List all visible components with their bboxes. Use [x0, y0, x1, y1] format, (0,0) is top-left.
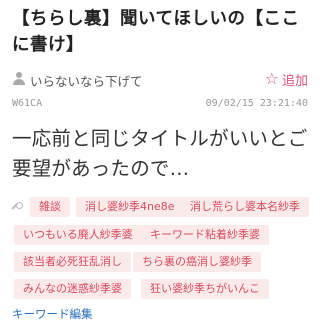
- tag-chip[interactable]: 狂い婆紗季ちがいんこ: [141, 279, 269, 299]
- thread-title: 【ちらし裏】聞いてほしいの【ここに書け】: [12, 9, 300, 55]
- add-favorite-label: 追加: [281, 73, 308, 89]
- post-body: 一応前と同じタイトルがいいとご要望があったので…: [12, 127, 308, 180]
- tag-chip[interactable]: 雑談: [30, 197, 70, 217]
- tag-chip[interactable]: キーワード粘着紗季婆: [141, 225, 269, 245]
- tag-chip[interactable]: 消し婆紗季4ne8e: [76, 197, 184, 217]
- tag-chip[interactable]: ちら裏の癌消し婆紗季: [133, 252, 261, 272]
- tag-chip[interactable]: みんなの迷惑紗季婆: [14, 279, 131, 299]
- edit-keywords-link[interactable]: キーワード編集: [12, 306, 93, 322]
- tag-chip[interactable]: 消し荒らし婆本名紗季: [181, 197, 309, 217]
- post-info: W61CA 09/02/15 23:21:40: [12, 98, 308, 112]
- thread-meta: いらないなら下げて ☆ 追加: [12, 68, 310, 90]
- post-id: W61CA: [12, 98, 43, 109]
- author-name: いらないなら下げて: [30, 74, 143, 89]
- user-icon: [12, 72, 26, 86]
- add-favorite-button[interactable]: ☆ 追加: [265, 68, 308, 90]
- tag-chip[interactable]: 該当者必死狂乱消し: [14, 252, 131, 272]
- tag-chip[interactable]: いつもいる廃人紗季婆: [14, 225, 142, 245]
- tag-icon: [11, 202, 24, 214]
- star-icon: ☆: [264, 69, 279, 88]
- post-timestamp: 09/02/15 23:21:40: [205, 98, 308, 109]
